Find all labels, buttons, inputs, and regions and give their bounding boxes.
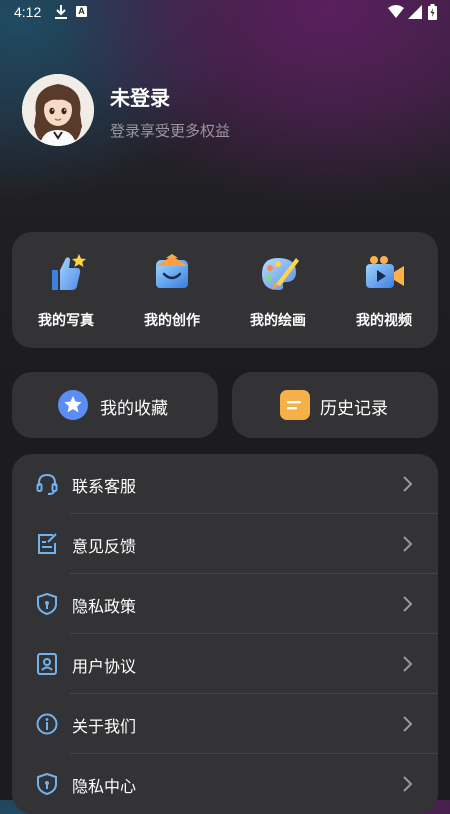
quick-action-label: 我的创作 (144, 313, 200, 329)
favorites-card[interactable]: 我的收藏 (12, 372, 218, 438)
smile-envelope-icon (156, 254, 188, 288)
quick-actions-panel: 我的写真 我的创作 我的绘画 我的视频 (12, 232, 438, 348)
user-agreement-icon (37, 653, 57, 675)
chevron-right-icon (403, 536, 413, 552)
menu-item-customer-service[interactable]: 联系客服 (12, 454, 438, 514)
battery-icon (428, 4, 437, 20)
quick-action-label: 我的绘画 (250, 313, 306, 329)
quick-action-my-paintings[interactable]: 我的绘画 (228, 252, 328, 342)
menu-item-label: 关于我们 (72, 717, 137, 736)
avatar[interactable] (22, 74, 94, 146)
video-camera-icon (366, 256, 404, 288)
menu-item-feedback[interactable]: 意见反馈 (12, 514, 438, 574)
chevron-right-icon (403, 596, 413, 612)
favorites-label: 我的收藏 (100, 399, 168, 419)
menu-item-label: 意见反馈 (72, 537, 137, 556)
menu-item-user-agreement[interactable]: 用户协议 (12, 634, 438, 694)
chevron-right-icon (403, 476, 413, 492)
chevron-right-icon (403, 716, 413, 732)
quick-action-my-portraits[interactable]: 我的写真 (16, 252, 116, 342)
chevron-right-icon (403, 776, 413, 792)
avatar-girl-icon (22, 74, 94, 146)
history-label: 历史记录 (320, 399, 388, 419)
document-icon (280, 390, 310, 420)
menu-item-label: 用户协议 (72, 657, 137, 676)
quick-action-my-creations[interactable]: 我的创作 (122, 252, 222, 342)
wifi-icon (388, 5, 404, 18)
menu-item-about-us[interactable]: 关于我们 (12, 694, 438, 754)
thumbs-up-star-icon (52, 254, 86, 290)
star-icon (58, 390, 88, 420)
menu-item-label: 联系客服 (72, 477, 137, 496)
quick-action-label: 我的写真 (38, 313, 94, 329)
menu-item-privacy-policy[interactable]: 隐私政策 (12, 574, 438, 634)
palette-brush-icon (262, 258, 299, 290)
feedback-edit-icon (38, 533, 57, 554)
quick-action-label: 我的视频 (356, 313, 412, 329)
signal-icon (408, 5, 422, 19)
status-time: 4:12 (14, 4, 42, 20)
quick-action-my-videos[interactable]: 我的视频 (334, 252, 434, 342)
menu-item-label: 隐私中心 (72, 777, 137, 796)
settings-menu: 联系客服 意见反馈 隐私政策 用户协议 关于我们 隐私中心 (12, 454, 438, 814)
menu-item-label: 隐私政策 (72, 597, 137, 616)
download-icon (55, 5, 67, 19)
profile-subtitle: 登录享受更多权益 (110, 122, 231, 140)
history-card[interactable]: 历史记录 (232, 372, 438, 438)
shield-lock-icon (37, 593, 57, 615)
status-bar: 4:12 A (0, 0, 450, 26)
info-icon (36, 713, 58, 735)
profile-name[interactable]: 未登录 (110, 82, 170, 111)
headset-icon (36, 473, 58, 495)
chevron-right-icon (403, 656, 413, 672)
app-notification-icon: A (76, 6, 87, 17)
menu-item-privacy-center[interactable]: 隐私中心 (12, 754, 438, 814)
shield-lock-icon (37, 773, 57, 795)
